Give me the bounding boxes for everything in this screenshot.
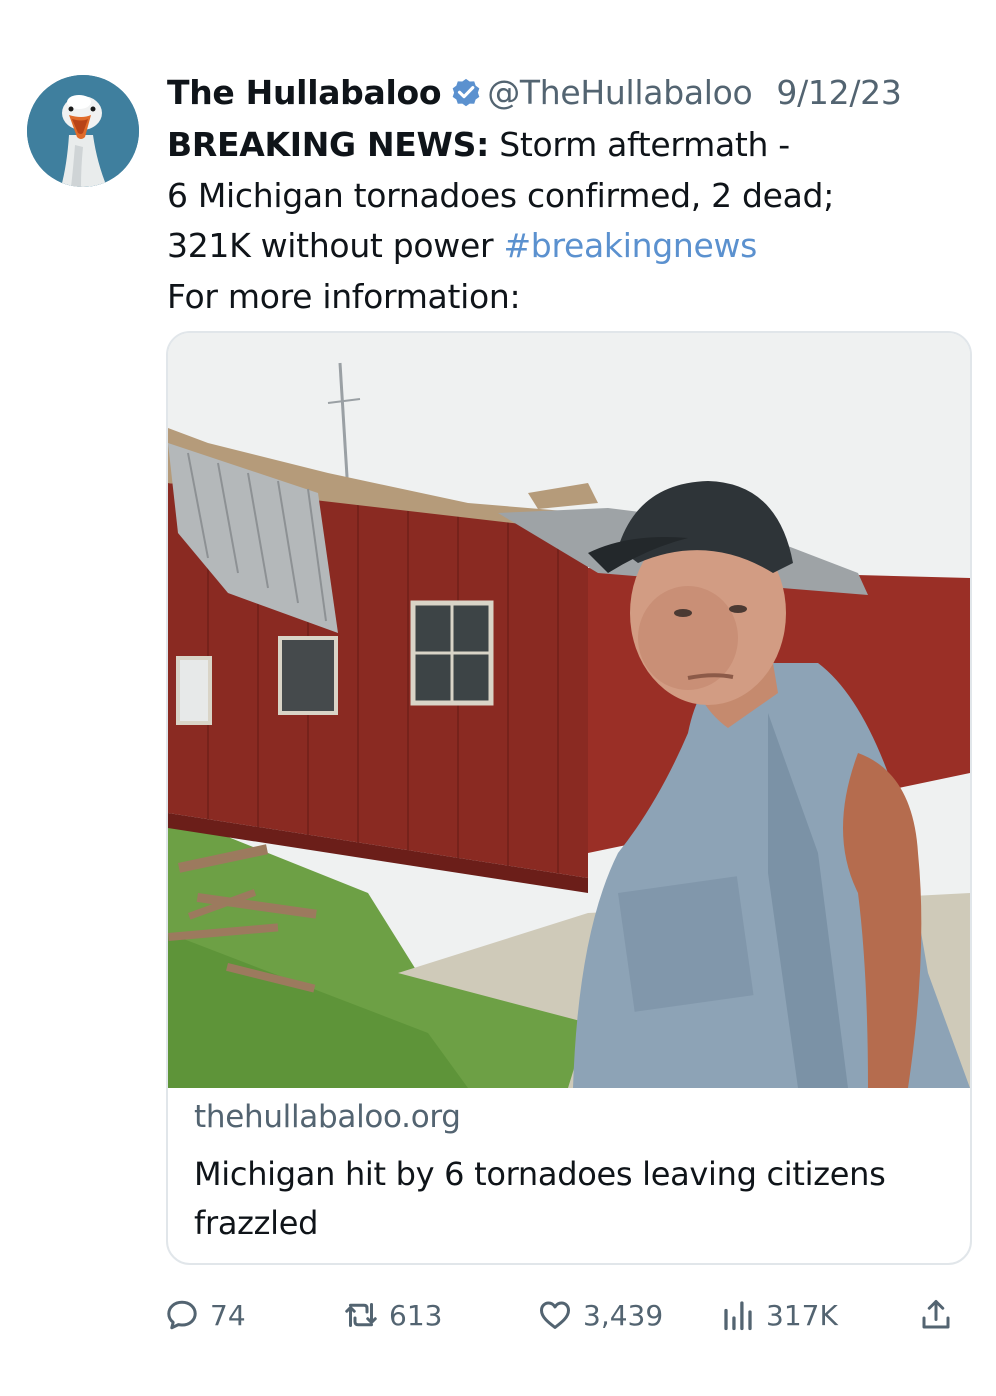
tweet-text-line-4: For more information:: [167, 276, 521, 316]
share-button[interactable]: [918, 1290, 954, 1340]
tweet-text-line-1: BREAKING NEWS: Storm aftermath -: [167, 120, 967, 171]
retweet-icon: [345, 1303, 377, 1327]
tweet-text-line-3-text: 321K without power: [167, 226, 504, 265]
share-icon: [922, 1300, 950, 1329]
card-image[interactable]: [168, 333, 970, 1088]
heart-icon: [540, 1301, 570, 1329]
card-title[interactable]: Michigan hit by 6 tornadoes leaving citi…: [194, 1150, 954, 1248]
link-card[interactable]: thehullabaloo.org Michigan hit by 6 torn…: [166, 331, 972, 1265]
views-button[interactable]: 317K: [720, 1290, 838, 1340]
reply-button[interactable]: 74: [164, 1290, 246, 1340]
verified-badge-icon: [449, 75, 483, 109]
avatar[interactable]: [27, 75, 139, 187]
goose-avatar-icon: [27, 75, 139, 187]
tweet-text: BREAKING NEWS: Storm aftermath - 6 Michi…: [167, 120, 967, 322]
user-handle[interactable]: @TheHullabaloo: [487, 73, 752, 112]
tweet-header: The Hullabaloo @TheHullabaloo 9/12/23: [167, 70, 902, 114]
views-count: 317K: [766, 1298, 838, 1332]
card-domain[interactable]: thehullabaloo.org: [194, 1099, 461, 1135]
like-count: 3,439: [583, 1298, 664, 1332]
hashtag-link[interactable]: #breakingnews: [503, 226, 757, 265]
breaking-news-label: BREAKING NEWS:: [167, 125, 490, 164]
tweet-text-line-1-rest: Storm aftermath -: [489, 125, 790, 164]
retweet-count: 613: [389, 1298, 443, 1332]
action-bar: 74 613 3,439 317K: [0, 1290, 996, 1340]
display-name[interactable]: The Hullabaloo: [167, 73, 442, 112]
tweet-text-line-3: 321K without power #breakingnews: [167, 221, 967, 272]
tweet-text-line-2: 6 Michigan tornadoes confirmed, 2 dead;: [167, 175, 835, 215]
tweet-date[interactable]: 9/12/23: [776, 73, 901, 112]
reply-icon: [167, 1300, 197, 1330]
tweet: The Hullabaloo @TheHullabaloo 9/12/23 BR…: [0, 0, 996, 1396]
views-chart-icon: [724, 1301, 752, 1331]
like-button[interactable]: 3,439: [537, 1290, 663, 1340]
retweet-button[interactable]: 613: [343, 1290, 442, 1340]
reply-count: 74: [210, 1298, 246, 1332]
